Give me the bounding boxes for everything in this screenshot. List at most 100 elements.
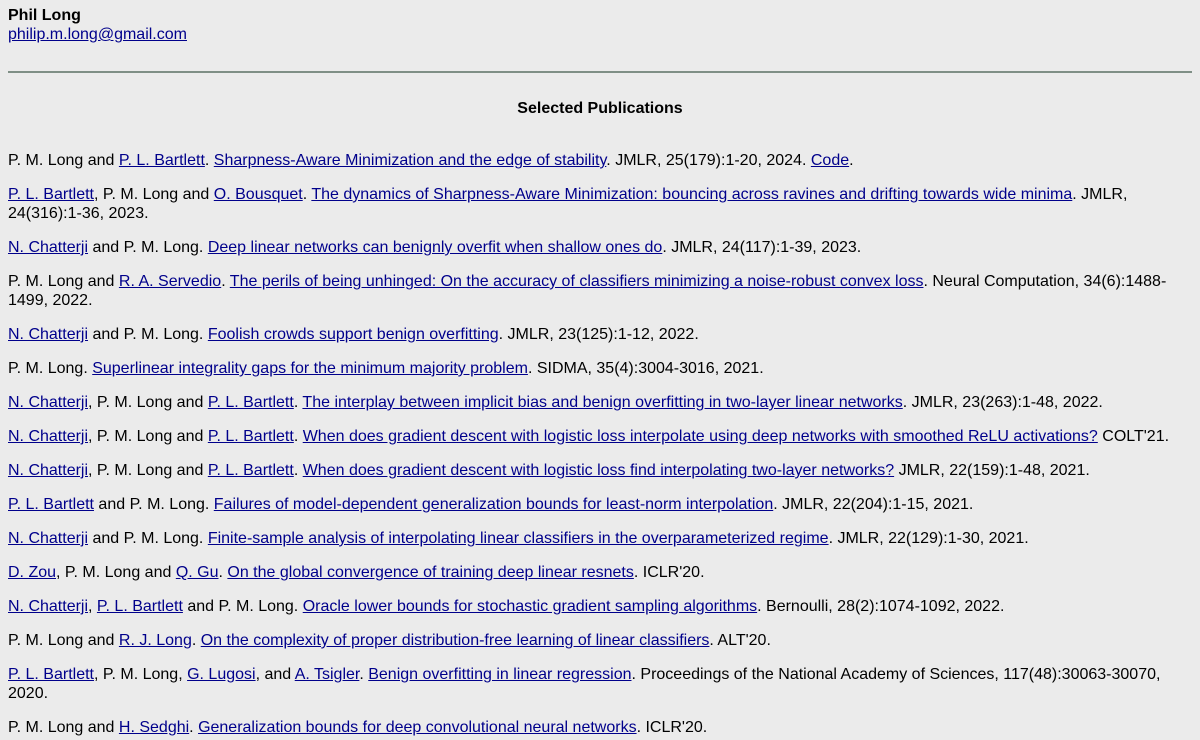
page: Phil Long philip.m.long@gmail.com Select… <box>0 0 1200 737</box>
publication-link[interactable]: P. L. Bartlett <box>8 496 94 513</box>
publication-link[interactable]: N. Chatterji <box>8 326 88 343</box>
publication-link[interactable]: A. Tsigler <box>295 666 360 683</box>
publication-text: , <box>88 598 97 615</box>
publication-text: . Bernoulli, 28(2):1074-1092, 2022. <box>757 598 1005 615</box>
publication-text: , P. M. Long and <box>56 564 176 581</box>
publication-link[interactable]: H. Sedghi <box>119 719 189 736</box>
publication-text: . <box>293 428 303 445</box>
publication-link[interactable]: P. L. Bartlett <box>208 462 294 479</box>
publication-text: . SIDMA, 35(4):3004-3016, 2021. <box>527 360 764 377</box>
publication-link[interactable]: N. Chatterji <box>8 428 88 445</box>
publication-link[interactable]: N. Chatterji <box>8 598 88 615</box>
publication-item: N. Chatterji, P. M. Long and P. L. Bartl… <box>8 427 1178 446</box>
publication-text: P. M. Long. <box>8 360 93 377</box>
publication-text: . <box>191 632 201 649</box>
publication-link[interactable]: When does gradient descent with logistic… <box>303 462 894 479</box>
publication-text: COLT'21. <box>1097 428 1170 445</box>
publication-text: . ICLR'20. <box>633 564 705 581</box>
publication-text: . ALT'20. <box>709 632 771 649</box>
publication-link[interactable]: P. L. Bartlett <box>8 666 94 683</box>
publication-text: . <box>221 273 230 290</box>
publication-text: . JMLR, 24(117):1-39, 2023. <box>662 239 862 256</box>
author-name: Phil Long <box>8 7 81 24</box>
publication-item: N. Chatterji, P. L. Bartlett and P. M. L… <box>8 597 1178 616</box>
publication-item: P. L. Bartlett, P. M. Long and O. Bousqu… <box>8 185 1178 223</box>
publication-link[interactable]: Code <box>811 152 849 169</box>
publication-link[interactable]: Benign overfitting in linear regression <box>368 666 631 683</box>
publication-item: N. Chatterji and P. M. Long. Deep linear… <box>8 238 1178 257</box>
publication-item: N. Chatterji and P. M. Long. Foolish cro… <box>8 325 1178 344</box>
publication-link[interactable]: The interplay between implicit bias and … <box>302 394 902 411</box>
publication-link[interactable]: Q. Gu <box>176 564 219 581</box>
publication-link[interactable]: Finite-sample analysis of interpolating … <box>208 530 829 547</box>
publication-text: . <box>189 719 199 736</box>
publication-text: P. M. Long and <box>8 632 119 649</box>
publication-text: . JMLR, 25(179):1-20, 2024. <box>606 152 811 169</box>
publication-link[interactable]: P. L. Bartlett <box>208 394 294 411</box>
publication-text: and P. M. Long. <box>93 496 214 513</box>
publication-link[interactable]: P. L. Bartlett <box>97 598 183 615</box>
publication-item: N. Chatterji, P. M. Long and P. L. Bartl… <box>8 393 1178 412</box>
publication-link[interactable]: N. Chatterji <box>8 394 88 411</box>
publication-text: . <box>359 666 369 683</box>
publication-item: P. M. Long and H. Sedghi. Generalization… <box>8 718 1178 737</box>
publication-link[interactable]: G. Lugosi <box>187 666 255 683</box>
publication-link[interactable]: N. Chatterji <box>8 530 88 547</box>
divider <box>8 71 1192 73</box>
publication-link[interactable]: Sharpness-Aware Minimization and the edg… <box>214 152 607 169</box>
section-title: Selected Publications <box>517 100 683 117</box>
publication-link[interactable]: Superlinear integrality gaps for the min… <box>92 360 528 377</box>
publication-text: , P. M. Long, <box>93 666 188 683</box>
publication-item: P. M. Long and R. A. Servedio. The peril… <box>8 272 1178 310</box>
publication-item: N. Chatterji and P. M. Long. Finite-samp… <box>8 529 1178 548</box>
publication-link[interactable]: Deep linear networks can benignly overfi… <box>208 239 662 256</box>
publication-link[interactable]: Generalization bounds for deep convoluti… <box>198 719 637 736</box>
publication-link[interactable]: O. Bousquet <box>214 186 303 203</box>
publication-text: JMLR, 22(159):1-48, 2021. <box>894 462 1090 479</box>
publication-item: P. M. Long. Superlinear integrality gaps… <box>8 359 1178 378</box>
publication-text: . JMLR, 22(204):1-15, 2021. <box>773 496 974 513</box>
publication-text: , P. M. Long and <box>88 462 208 479</box>
publication-item: N. Chatterji, P. M. Long and P. L. Bartl… <box>8 461 1178 480</box>
publication-link[interactable]: R. J. Long <box>119 632 192 649</box>
publication-item: P. M. Long and P. L. Bartlett. Sharpness… <box>8 151 1178 170</box>
publication-text: P. M. Long and <box>8 273 119 290</box>
email-link[interactable]: philip.m.long@gmail.com <box>8 25 187 44</box>
publication-link[interactable]: P. L. Bartlett <box>119 152 205 169</box>
publication-list: P. M. Long and P. L. Bartlett. Sharpness… <box>8 151 1178 737</box>
publication-text: P. M. Long and <box>8 719 119 736</box>
publication-link[interactable]: The dynamics of Sharpness-Aware Minimiza… <box>311 186 1072 203</box>
publication-text: . JMLR, 23(263):1-48, 2022. <box>902 394 1103 411</box>
publication-link[interactable]: Oracle lower bounds for stochastic gradi… <box>303 598 757 615</box>
publication-text: . <box>849 152 854 169</box>
publication-text: . ICLR'20. <box>636 719 708 736</box>
publication-link[interactable]: N. Chatterji <box>8 462 88 479</box>
publication-link[interactable]: R. A. Servedio <box>119 273 221 290</box>
publication-text: and P. M. Long. <box>88 326 208 343</box>
publication-link[interactable]: Foolish crowds support benign overfittin… <box>208 326 499 343</box>
publication-link[interactable]: P. L. Bartlett <box>8 186 94 203</box>
publication-text: and P. M. Long. <box>88 239 208 256</box>
publication-text: , P. M. Long and <box>88 428 208 445</box>
publication-link[interactable]: On the complexity of proper distribution… <box>201 632 710 649</box>
publication-link[interactable]: P. L. Bartlett <box>208 428 294 445</box>
publication-link[interactable]: D. Zou <box>8 564 56 581</box>
publication-link[interactable]: On the global convergence of training de… <box>227 564 633 581</box>
publication-text: and P. M. Long. <box>88 530 208 547</box>
publication-link[interactable]: The perils of being unhinged: On the acc… <box>230 273 924 290</box>
publication-text: and P. M. Long. <box>182 598 303 615</box>
publication-item: P. L. Bartlett, P. M. Long, G. Lugosi, a… <box>8 665 1178 703</box>
publication-item: P. M. Long and R. J. Long. On the comple… <box>8 631 1178 650</box>
publication-text: , P. M. Long and <box>88 394 208 411</box>
publication-item: D. Zou, P. M. Long and Q. Gu. On the glo… <box>8 563 1178 582</box>
publication-text: . JMLR, 22(129):1-30, 2021. <box>828 530 1029 547</box>
publication-item: P. L. Bartlett and P. M. Long. Failures … <box>8 495 1178 514</box>
publication-text: . JMLR, 23(125):1-12, 2022. <box>498 326 699 343</box>
publication-text: . <box>204 152 214 169</box>
publication-link[interactable]: N. Chatterji <box>8 239 88 256</box>
publication-link[interactable]: Failures of model-dependent generalizati… <box>214 496 773 513</box>
publication-text: , and <box>255 666 295 683</box>
publication-link[interactable]: When does gradient descent with logistic… <box>303 428 1098 445</box>
publication-text: . <box>293 462 303 479</box>
publication-text: P. M. Long and <box>8 152 119 169</box>
